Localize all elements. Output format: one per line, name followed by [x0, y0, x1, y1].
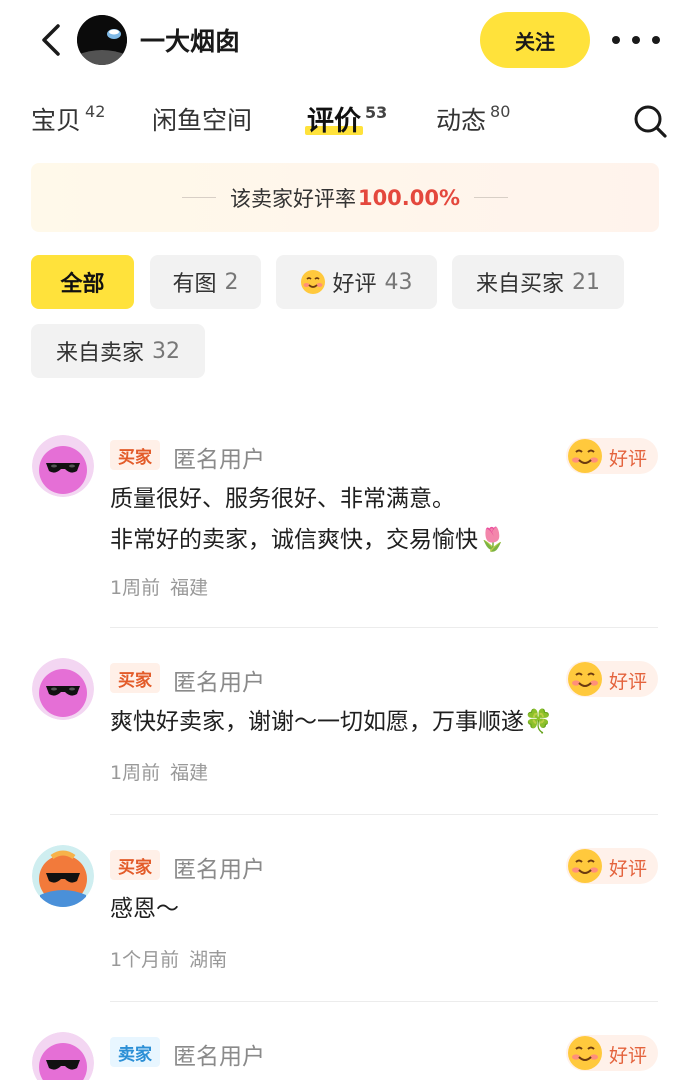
pink-sunglasses-avatar[interactable] [32, 658, 94, 720]
review-text-line: 质量很好、服务很好、非常满意。 [110, 486, 455, 512]
reviewer-name: 匿名用户 [173, 857, 265, 883]
filter-count: 43 [384, 269, 413, 295]
smile-emoji-icon [568, 439, 602, 473]
review-text-line: 爽快好卖家，谢谢～一切如愿，万事顺遂🍀 [110, 709, 553, 735]
rating-label: 好评 [609, 671, 648, 693]
header-bar: 一大烟囱 关注 [0, 0, 682, 82]
divider [110, 814, 658, 815]
tab-count: 53 [365, 103, 388, 122]
review-location: 福建 [170, 762, 209, 784]
pink-sunglasses-avatar[interactable] [32, 435, 94, 497]
filter-with-images[interactable]: 有图 2 [150, 255, 261, 309]
shop-avatar[interactable] [77, 15, 127, 65]
follow-button[interactable]: 关注 [480, 12, 590, 68]
filter-all[interactable]: 全部 [31, 255, 134, 309]
review-time: 1个月前 [110, 949, 180, 971]
filter-label: 有图 [172, 272, 217, 297]
pink-sunglasses-avatar[interactable] [32, 1032, 94, 1080]
search-icon[interactable] [632, 103, 668, 139]
positive-rating-badge: 好评 [566, 438, 658, 474]
positive-rating-badge: 好评 [566, 1035, 658, 1071]
buyer-badge: 买家 [110, 440, 160, 470]
positive-rate-banner: 该卖家好评率 100.00% [31, 163, 659, 232]
tab-label: 闲鱼空间 [152, 106, 253, 135]
divider [110, 1001, 658, 1002]
orange-sunglasses-avatar[interactable] [32, 845, 94, 907]
tab-xianyu-space[interactable]: 闲鱼空间 [152, 101, 252, 137]
review-text-line: 非常好的卖家，诚信爽快，交易愉快🌷 [110, 527, 507, 553]
review-time: 1周前 [110, 577, 161, 599]
tab-activity[interactable]: 动态 80 [436, 101, 510, 137]
filter-positive[interactable]: 好评 43 [276, 255, 437, 309]
tab-count: 80 [490, 102, 511, 121]
review-location: 福建 [170, 577, 209, 599]
filter-count: 2 [224, 269, 239, 295]
smile-emoji-icon [568, 1036, 602, 1070]
tab-count: 42 [85, 102, 106, 121]
rating-label: 好评 [609, 1045, 648, 1067]
shop-name: 一大烟囱 [140, 27, 241, 56]
back-arrow-icon[interactable] [34, 22, 70, 58]
smile-emoji-icon [568, 849, 602, 883]
rating-label: 好评 [609, 858, 648, 880]
smile-emoji-icon [300, 269, 326, 295]
reviewer-name: 匿名用户 [173, 1044, 265, 1070]
filter-from-buyers[interactable]: 来自买家 21 [452, 255, 624, 309]
tab-label: 宝贝 [31, 106, 82, 135]
review-time: 1周前 [110, 762, 161, 784]
divider [110, 627, 658, 628]
more-options-icon[interactable] [612, 26, 660, 54]
positive-rating-badge: 好评 [566, 661, 658, 697]
banner-text: 该卖家好评率 [229, 186, 356, 211]
tab-items[interactable]: 宝贝 42 [31, 101, 105, 137]
review-text-line: 感恩～ [110, 896, 179, 922]
buyer-badge: 买家 [110, 850, 160, 880]
filter-label: 来自买家 [475, 272, 564, 297]
review-location: 湖南 [189, 949, 228, 971]
positive-rating-badge: 好评 [566, 848, 658, 884]
buyer-badge: 买家 [110, 663, 160, 693]
tab-label: 动态 [436, 106, 487, 135]
smile-emoji-icon [568, 662, 602, 696]
review-meta: 1周前 福建 [110, 758, 208, 785]
filter-count: 21 [572, 269, 600, 295]
filter-from-sellers[interactable]: 来自卖家 32 [31, 324, 205, 378]
review-meta: 1个月前 湖南 [110, 945, 227, 972]
tab-label: 评价 [307, 106, 361, 137]
filter-label: 来自卖家 [55, 341, 144, 366]
reviewer-name: 匿名用户 [173, 670, 265, 696]
positive-rate-value: 100.00% [357, 185, 461, 210]
seller-badge: 卖家 [110, 1037, 160, 1067]
banner-divider [181, 197, 216, 198]
filter-count: 32 [152, 338, 180, 364]
tab-reviews[interactable]: 评价 53 [307, 99, 387, 138]
filter-label: 全部 [60, 272, 105, 297]
review-meta: 1周前 福建 [110, 573, 208, 600]
reviewer-name: 匿名用户 [173, 447, 265, 473]
rating-label: 好评 [609, 448, 648, 470]
filter-label: 好评 [332, 272, 377, 297]
banner-divider [474, 197, 509, 198]
profile-tabs: 宝贝 42 闲鱼空间 评价 53 动态 80 [0, 95, 682, 145]
